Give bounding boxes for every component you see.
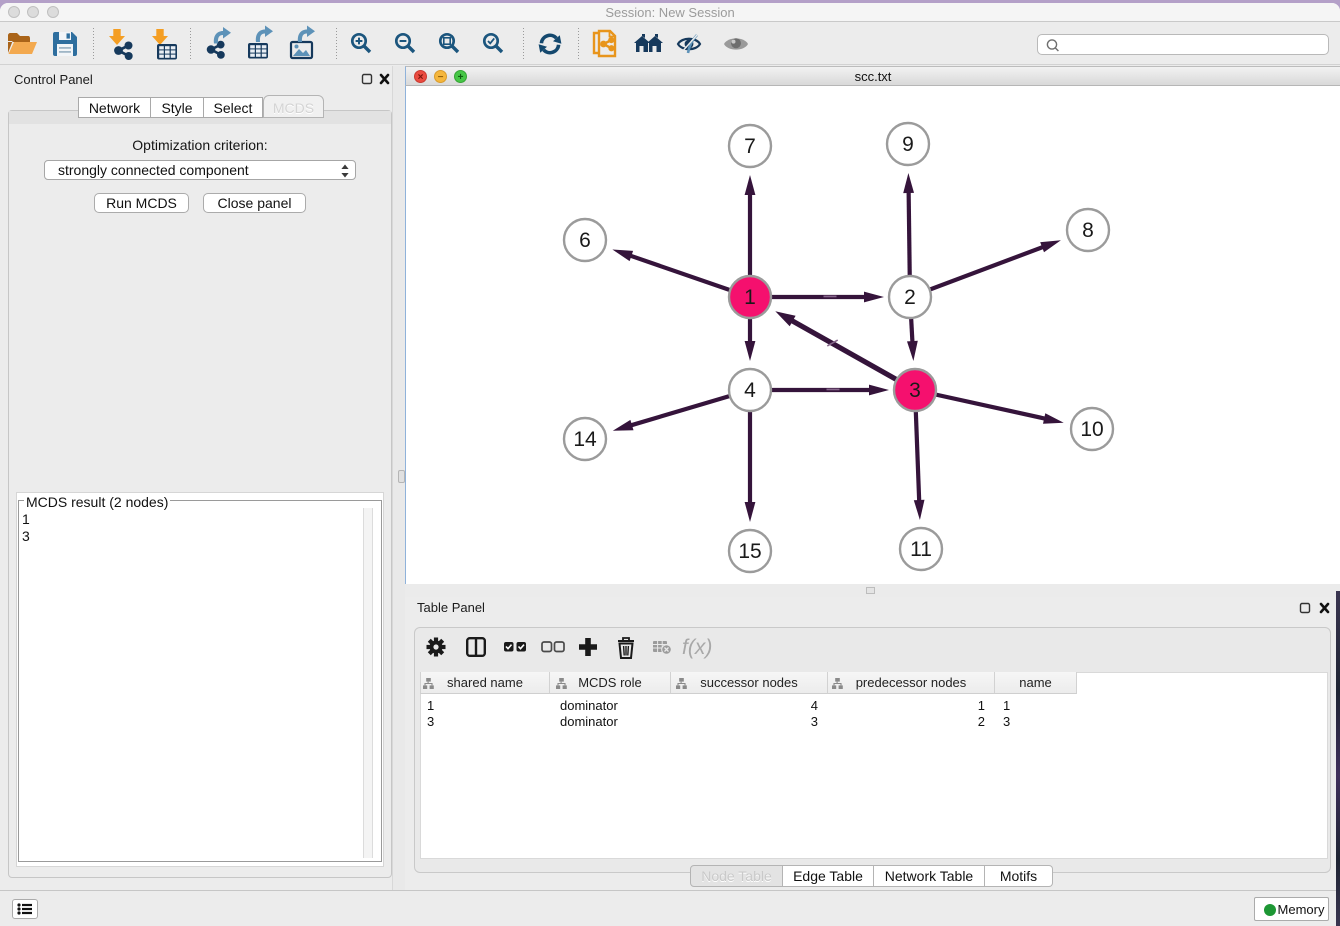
svg-text:6: 6 [579, 229, 591, 252]
svg-text:11: 11 [910, 538, 932, 561]
svg-text:7: 7 [744, 135, 756, 158]
svg-text:8: 8 [1082, 219, 1094, 242]
svg-text:f(x): f(x) [682, 636, 712, 659]
svg-text:3: 3 [909, 379, 921, 402]
svg-text:15: 15 [738, 540, 761, 563]
svg-text:9: 9 [902, 133, 914, 156]
svg-text:14: 14 [573, 428, 597, 451]
svg-text:2: 2 [904, 286, 916, 309]
svg-text:10: 10 [1080, 418, 1103, 441]
svg-text:1: 1 [744, 286, 756, 309]
svg-text:4: 4 [744, 379, 756, 402]
